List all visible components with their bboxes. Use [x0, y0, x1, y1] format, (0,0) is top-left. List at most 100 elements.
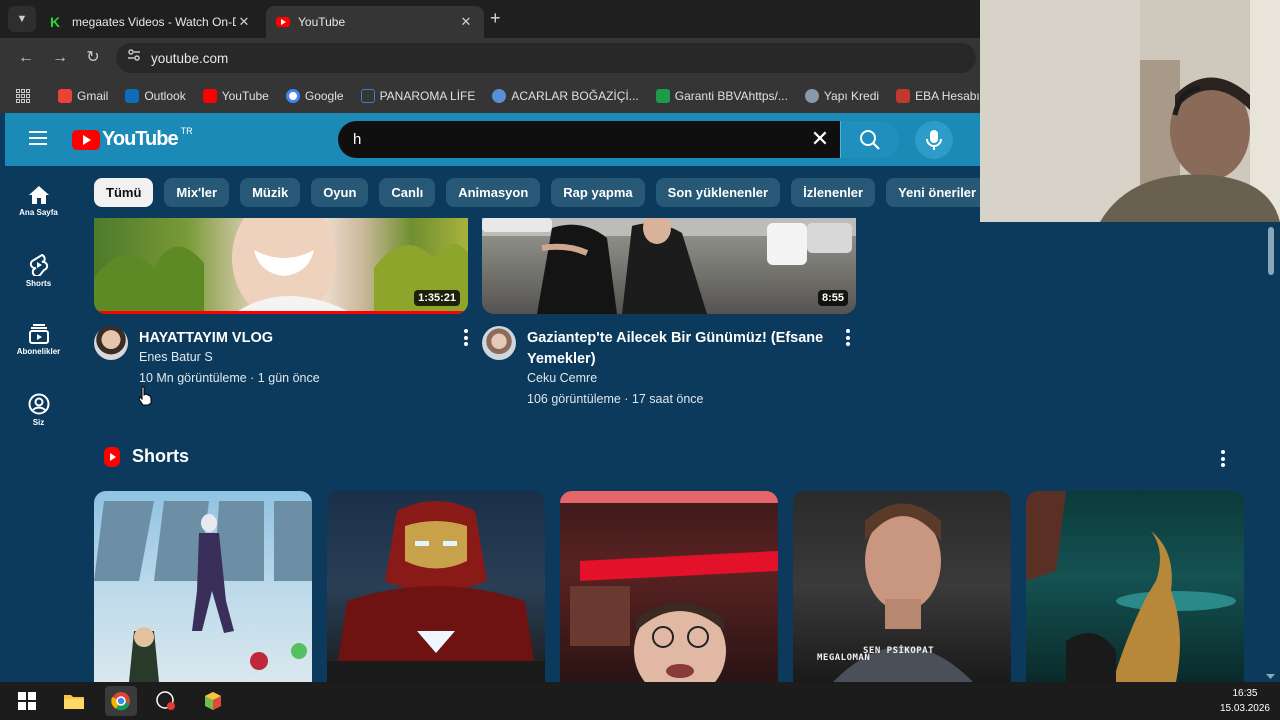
webcam-overlay — [980, 0, 1280, 222]
nav-home[interactable]: Ana Sayfa — [5, 185, 72, 217]
channel-name[interactable]: Ceku Cemre — [527, 371, 597, 385]
video-title[interactable]: Gaziantep'te Ailecek Bir Günümüz! (Efsan… — [527, 328, 837, 370]
video-duration: 1:35:21 — [414, 290, 460, 306]
search-button[interactable] — [840, 121, 899, 158]
video-stats: 10 Mn görüntüleme · 1 gün önce — [139, 371, 320, 385]
chip-watched[interactable]: İzlenenler — [791, 177, 876, 207]
logo-text: YouTube — [102, 128, 179, 150]
bookmark-garanti[interactable]: Garanti BBVAhttps/... — [655, 89, 788, 103]
bookmark-acarlar[interactable]: ACARLAR BOĞAZİÇİ... — [492, 89, 639, 103]
windows-taskbar: 16:35 15.03.2026 — [0, 682, 1280, 720]
short-thumbnail — [560, 491, 778, 682]
bookmark-yapikredi[interactable]: Yapı Kredi — [804, 89, 880, 103]
watch-progress-bar — [94, 311, 468, 314]
youtube-header: YouTube TR ✕ — [5, 113, 980, 166]
short-thumbnail — [94, 501, 312, 682]
house-icon — [360, 89, 375, 103]
bookmark-gmail[interactable]: Gmail — [58, 89, 108, 103]
apps-icon[interactable] — [16, 89, 30, 103]
scrollbar-thumb[interactable] — [1268, 227, 1274, 275]
nav-subscriptions[interactable]: Abonelikler — [5, 324, 72, 356]
channel-avatar[interactable] — [94, 326, 128, 360]
microphone-icon — [926, 130, 942, 150]
chip-music[interactable]: Müzik — [240, 177, 301, 207]
bookmarks-bar: Gmail Outlook YouTube Google PANAROMA Lİ… — [0, 79, 1033, 113]
bookmark-google[interactable]: Google — [285, 89, 344, 103]
address-bar[interactable]: youtube.com — [116, 43, 976, 73]
youtube-icon — [276, 17, 290, 27]
back-button[interactable]: ← — [16, 48, 36, 68]
folder-icon — [64, 695, 84, 709]
video-thumbnail[interactable]: 8:55 — [482, 218, 856, 314]
bookmark-label: Outlook — [144, 89, 186, 103]
short-card[interactable] — [327, 491, 545, 682]
more-options-icon[interactable] — [1221, 450, 1225, 470]
browser-toolbar: ← → ↻ youtube.com — [0, 38, 980, 79]
bookmark-outlook[interactable]: Outlook — [125, 89, 186, 103]
tab-search-button[interactable]: ▼ — [8, 6, 36, 32]
short-caption: SEN PSİKOPAT — [863, 646, 935, 656]
shorts-shelf-header: Shorts — [104, 446, 189, 467]
chrome-button[interactable] — [105, 686, 137, 716]
chip-new-to-you[interactable]: Yeni öneriler — [886, 177, 989, 207]
channel-name[interactable]: Enes Batur S — [139, 350, 213, 364]
cube-app-icon — [205, 692, 221, 710]
voice-search-button[interactable] — [915, 121, 953, 159]
chip-gaming[interactable]: Oyun — [311, 177, 369, 207]
chip-mixes[interactable]: Mix'ler — [164, 177, 230, 207]
forward-button[interactable]: → — [50, 48, 70, 68]
video-title[interactable]: HAYATTAYIM VLOG — [139, 328, 449, 349]
youtube-logo[interactable]: YouTube TR — [72, 125, 193, 151]
clear-search-icon[interactable]: ✕ — [808, 127, 832, 151]
bookmark-youtube[interactable]: YouTube — [202, 89, 269, 103]
start-button[interactable] — [11, 686, 43, 716]
bookmark-label: PANAROMA LİFE — [379, 89, 476, 103]
file-explorer-button[interactable] — [58, 686, 90, 716]
short-card[interactable] — [1026, 491, 1244, 682]
shorts-icon — [29, 254, 48, 276]
search-input[interactable] — [353, 131, 793, 148]
video-card[interactable]: 1:35:21 HAYATTAYIM VLOG Enes Batur S 10 … — [94, 218, 468, 385]
close-icon[interactable]: ✕ — [236, 14, 252, 30]
tab-kick[interactable]: K megaates Videos - Watch On-D ✕ — [40, 6, 262, 38]
chip-animation[interactable]: Animasyon — [446, 177, 541, 207]
reload-button[interactable]: ↻ — [83, 48, 103, 68]
chip-all[interactable]: Tümü — [94, 177, 154, 207]
bookmark-label: Google — [304, 89, 344, 103]
tab-title: megaates Videos - Watch On-D — [72, 15, 236, 29]
system-clock[interactable]: 16:35 15.03.2026 — [1220, 686, 1270, 716]
channel-avatar[interactable] — [482, 326, 516, 360]
nav-label: Shorts — [25, 279, 52, 288]
youtube-icon — [202, 89, 217, 103]
outlook-icon — [125, 89, 140, 103]
chip-live[interactable]: Canlı — [379, 177, 436, 207]
logo-region: TR — [180, 125, 193, 136]
chrome-icon — [111, 692, 130, 711]
bookmark-label: Yapı Kredi — [823, 89, 880, 103]
more-options-icon[interactable] — [846, 329, 850, 349]
filter-chips-bar: Tümü Mix'ler Müzik Oyun Canlı Animasyon … — [72, 166, 989, 218]
short-card[interactable] — [560, 491, 778, 682]
short-card[interactable] — [94, 491, 312, 682]
site-info-icon[interactable] — [124, 48, 144, 68]
nav-shorts[interactable]: Shorts — [5, 254, 72, 288]
recorder-button[interactable] — [150, 686, 182, 716]
video-card[interactable]: 8:55 Gaziantep'te Ailecek Bir Günümüz! (… — [482, 218, 856, 406]
close-icon[interactable]: ✕ — [458, 14, 474, 30]
short-card[interactable]: MEGALOMAN SEN PSİKOPAT — [793, 491, 1011, 682]
new-tab-button[interactable]: + — [490, 8, 501, 29]
bookmark-panaroma[interactable]: PANAROMA LİFE — [360, 89, 476, 103]
chip-recently-uploaded[interactable]: Son yüklenenler — [655, 177, 781, 207]
eba-icon — [896, 89, 911, 103]
tab-youtube[interactable]: YouTube ✕ — [266, 6, 484, 38]
page-scrollbar[interactable] — [1266, 222, 1275, 682]
menu-icon[interactable] — [29, 131, 47, 145]
more-options-icon[interactable] — [464, 329, 468, 349]
scroll-down-arrow-icon[interactable] — [1266, 674, 1275, 680]
app-button[interactable] — [197, 686, 229, 716]
clock-time: 16:35 — [1232, 688, 1258, 699]
video-thumbnail[interactable]: 1:35:21 — [94, 218, 468, 314]
windows-icon — [18, 692, 36, 710]
chip-rap[interactable]: Rap yapma — [551, 177, 645, 207]
nav-you[interactable]: Siz — [5, 393, 72, 427]
